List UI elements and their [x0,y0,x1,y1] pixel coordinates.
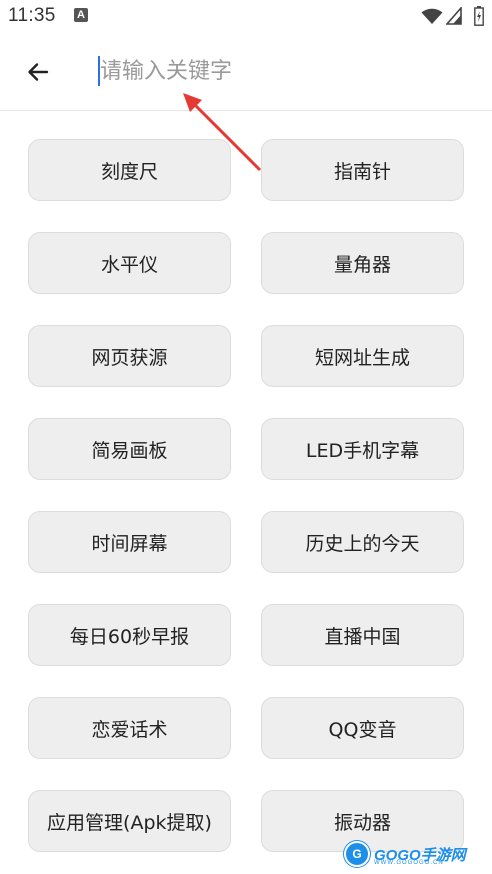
watermark-subtext: WWW.GOGOGO.CN [374,860,444,866]
tool-button-protractor[interactable]: 量角器 [261,232,464,294]
signal-icon [446,7,462,25]
tool-button-daily-news[interactable]: 每日60秒早报 [28,604,231,666]
tool-button-led-subtitle[interactable]: LED手机字幕 [261,418,464,480]
tool-button-webpage-source[interactable]: 网页获源 [28,325,231,387]
search-header [0,34,492,111]
tool-button-app-manager[interactable]: 应用管理(Apk提取) [28,790,231,852]
status-time: 11:35 [8,5,56,26]
tool-button-ruler[interactable]: 刻度尺 [28,139,231,201]
back-button[interactable] [18,52,58,92]
tool-button-love-talk[interactable]: 恋爱话术 [28,697,231,759]
tool-button-level[interactable]: 水平仪 [28,232,231,294]
tool-button-live-china[interactable]: 直播中国 [261,604,464,666]
arrow-left-icon [28,63,49,81]
battery-icon [474,6,484,26]
a-badge-icon: A [74,8,88,22]
tool-button-drawing-board[interactable]: 简易画板 [28,418,231,480]
tool-button-compass[interactable]: 指南针 [261,139,464,201]
status-bar: 11:35 A [0,0,492,34]
tool-button-short-url[interactable]: 短网址生成 [261,325,464,387]
wifi-icon [421,8,443,24]
tool-button-qq-voice-changer[interactable]: QQ变音 [261,697,464,759]
tool-button-vibrator[interactable]: 振动器 [261,790,464,852]
tool-button-today-in-history[interactable]: 历史上的今天 [261,511,464,573]
search-input[interactable] [96,54,460,88]
text-cursor [98,56,100,86]
tool-button-time-screen[interactable]: 时间屏幕 [28,511,231,573]
